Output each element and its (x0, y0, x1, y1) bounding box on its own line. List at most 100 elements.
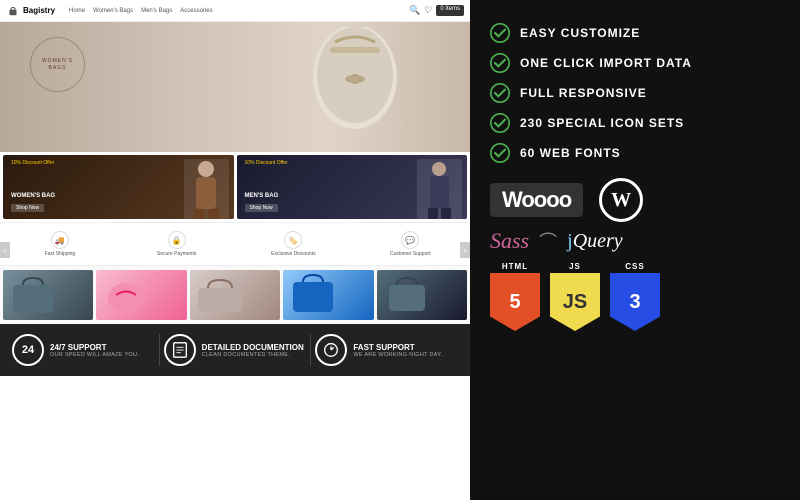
wp-logo: W (599, 178, 643, 222)
css3-shield: 3 (610, 273, 660, 331)
theme-mockup: Bagistry Home Women's Bags Men's Bags Ac… (0, 0, 470, 500)
feature-discounts: 🏷️ Exclusive Discounts (237, 228, 351, 260)
feature-text-1: EASY CUSTOMIZE (520, 26, 640, 40)
support-247-sub: OUR SPEED WILL AMAZE YOU. (50, 352, 139, 358)
support-bar: 24 24/7 SUPPORT OUR SPEED WILL AMAZE YOU… (0, 324, 470, 376)
sass-curl: ⌒ (539, 228, 557, 254)
features-panel: EASY CUSTOMIZE ONE CLICK IMPORT DATA FUL… (470, 0, 800, 500)
support-fast-sub: WE ARE WORKING NIGHT DAY. (353, 352, 442, 358)
promo-btn-1[interactable]: Shop Now (11, 204, 44, 212)
promo-discount-2: 10% Discount Offer (245, 160, 288, 166)
check-icon-1 (490, 23, 510, 43)
product-thumb-1 (3, 270, 93, 320)
jquery-logo: jQuery (567, 230, 623, 253)
nav-link-home: Home (69, 8, 85, 14)
feature-line-1: EASY CUSTOMIZE (490, 18, 780, 48)
woo-wp-logos: Woooo W (490, 178, 780, 222)
promo-womens: 10% Discount Offer Women's Bag Shop Now (3, 155, 234, 219)
support-247-icon-text: 24 (22, 344, 34, 356)
nav-link-mens: Men's Bags (141, 8, 172, 14)
products-next-btn[interactable]: › (460, 242, 470, 258)
html-label: HTML (502, 262, 528, 271)
mockup-navbar: Bagistry Home Women's Bags Men's Bags Ac… (0, 0, 470, 22)
feature-line-5: 60 WEB FONTS (490, 138, 780, 168)
html5-badge: HTML 5 (490, 262, 540, 331)
support-247-title: 24/7 SUPPORT (50, 343, 139, 352)
support-247-icon: 24 (12, 334, 44, 366)
hero-bag-image (300, 27, 410, 147)
support-docs-sub: CLEAN DOCUMENTED THEME. (202, 352, 304, 358)
feature-payments: 🔒 Secure Payments (120, 228, 234, 260)
feature-support-label: Customer Support (390, 251, 431, 257)
support-docs: DETAILED DOCUMENTION CLEAN DOCUMENTED TH… (159, 334, 311, 366)
promo-mens: 10% Discount Offer Men's Bag Shop Now (237, 155, 468, 219)
product-thumb-5 (377, 270, 467, 320)
support-fast-title: FAST SUPPORT (353, 343, 442, 352)
support-247: 24 24/7 SUPPORT OUR SPEED WILL AMAZE YOU… (8, 334, 159, 366)
js-number: JS (563, 291, 587, 314)
support-247-text: 24/7 SUPPORT OUR SPEED WILL AMAZE YOU. (50, 343, 139, 358)
check-icon-5 (490, 143, 510, 163)
promo-title-2: Men's Bag (245, 193, 279, 199)
css3-number: 3 (629, 291, 640, 314)
hero-section: WOMEN'SBAGS (0, 22, 470, 152)
check-icon-4 (490, 113, 510, 133)
promo-figure-2 (417, 159, 462, 219)
woo-logo: Woooo (490, 183, 583, 217)
support-docs-text: DETAILED DOCUMENTION CLEAN DOCUMENTED TH… (202, 343, 304, 358)
products-row: ‹ (0, 266, 470, 324)
discounts-icon: 🏷️ (284, 231, 302, 249)
nav-link-womens: Women's Bags (93, 8, 133, 14)
promo-discount-1: 10% Discount Offer (11, 160, 54, 166)
feature-line-3: FULL RESPONSIVE (490, 78, 780, 108)
html5-number: 5 (509, 291, 520, 314)
feature-text-2: ONE CLICK IMPORT DATA (520, 56, 692, 70)
nav-link-accessories: Accessories (180, 8, 212, 14)
product-thumb-2 (96, 270, 186, 320)
promo-figure-1 (184, 159, 229, 219)
sass-logo: Sass (490, 228, 529, 254)
promo-row: 10% Discount Offer Women's Bag Shop Now … (0, 152, 470, 222)
feature-line-4: 230 SPECIAL ICON SETS (490, 108, 780, 138)
feature-discounts-label: Exclusive Discounts (271, 251, 315, 257)
shipping-icon: 🚚 (51, 231, 69, 249)
feature-shipping: 🚚 Fast Shipping (3, 228, 117, 260)
html5-shield: 5 (490, 273, 540, 331)
check-icon-2 (490, 53, 510, 73)
js-badge: JS JS (550, 262, 600, 331)
nav-links: Home Women's Bags Men's Bags Accessories (69, 8, 213, 14)
support-docs-title: DETAILED DOCUMENTION (202, 343, 304, 352)
feature-text-5: 60 WEB FONTS (520, 146, 621, 160)
product-thumb-3 (190, 270, 280, 320)
js-label: JS (569, 262, 581, 271)
js-shield: JS (550, 273, 600, 331)
feature-text-3: FULL RESPONSIVE (520, 86, 647, 100)
nav-logo: Bagistry (6, 4, 55, 18)
support-icon: 💬 (401, 231, 419, 249)
hero-circle-badge: WOMEN'SBAGS (30, 37, 85, 92)
support-fast-icon (315, 334, 347, 366)
product-thumb-4 (283, 270, 373, 320)
css-label: CSS (625, 262, 644, 271)
sass-jquery-logos: Sass ⌒ jQuery (490, 228, 780, 254)
nav-icons: 🔍♡ 0 Items (409, 5, 464, 16)
brand-name: Bagistry (23, 6, 55, 15)
features-row: 🚚 Fast Shipping 🔒 Secure Payments 🏷️ Exc… (0, 222, 470, 266)
promo-title-1: Women's Bag (11, 193, 55, 199)
feature-shipping-label: Fast Shipping (45, 251, 76, 257)
cart-count: 0 Items (436, 5, 464, 16)
feature-line-2: ONE CLICK IMPORT DATA (490, 48, 780, 78)
tech-shields-row: HTML 5 JS JS CSS 3 (490, 262, 780, 331)
support-fast: FAST SUPPORT WE ARE WORKING NIGHT DAY. (310, 334, 462, 366)
css3-badge: CSS 3 (610, 262, 660, 331)
feature-support: 💬 Customer Support (353, 228, 467, 260)
feature-text-4: 230 SPECIAL ICON SETS (520, 116, 684, 130)
feature-payments-label: Secure Payments (157, 251, 196, 257)
check-icon-3 (490, 83, 510, 103)
theme-preview: Bagistry Home Women's Bags Men's Bags Ac… (0, 0, 470, 500)
payments-icon: 🔒 (168, 231, 186, 249)
support-fast-text: FAST SUPPORT WE ARE WORKING NIGHT DAY. (353, 343, 442, 358)
promo-btn-2[interactable]: Shop Now (245, 204, 278, 212)
products-prev-btn[interactable]: ‹ (0, 242, 10, 258)
support-docs-icon (164, 334, 196, 366)
